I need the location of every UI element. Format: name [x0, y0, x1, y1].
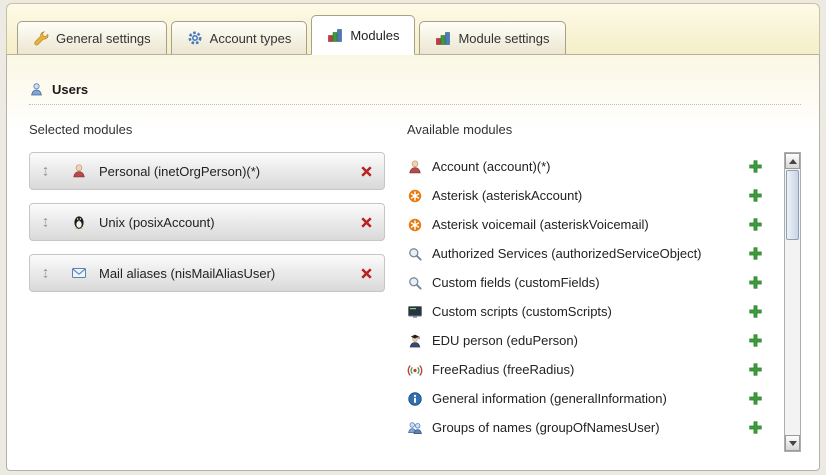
available-module-row: Custom fields (customFields) [407, 268, 763, 297]
tab-account-types[interactable]: Account types [171, 21, 308, 54]
selected-module-row: Mail aliases (nisMailAliasUser) [29, 254, 385, 292]
wrench-icon [33, 30, 49, 46]
scroll-down-button[interactable] [785, 435, 800, 451]
envelope-icon [71, 265, 87, 281]
available-module-row: Asterisk (asteriskAccount) [407, 181, 763, 210]
info-icon [407, 391, 423, 407]
magnifier-icon [407, 275, 423, 291]
add-module-icon[interactable] [748, 362, 763, 377]
available-module-label: Custom scripts (customScripts) [432, 304, 748, 319]
available-module-label: Groups of names (groupOfNamesUser) [432, 420, 748, 435]
edu-icon [407, 333, 423, 349]
add-module-icon[interactable] [748, 420, 763, 435]
person-icon [407, 159, 423, 175]
available-module-row: Custom scripts (customScripts) [407, 297, 763, 326]
scroll-up-button[interactable] [785, 153, 800, 169]
drag-handle-icon[interactable] [40, 165, 51, 178]
add-module-icon[interactable] [748, 159, 763, 174]
available-module-row: Authorized Services (authorizedServiceOb… [407, 239, 763, 268]
add-module-icon[interactable] [748, 246, 763, 261]
add-module-icon[interactable] [748, 275, 763, 290]
penguin-icon [71, 214, 87, 230]
tab-general-settings[interactable]: General settings [17, 21, 167, 54]
available-modules-list: Account (account)(*) Asterisk (asteriskA… [407, 152, 801, 442]
available-module-label: EDU person (eduPerson) [432, 333, 748, 348]
selected-module-row: Unix (posixAccount) [29, 203, 385, 241]
selected-module-label: Personal (inetOrgPerson)(*) [99, 164, 359, 179]
available-module-row: Account (account)(*) [407, 152, 763, 181]
available-module-row: FreeRadius (freeRadius) [407, 355, 763, 384]
person-icon [71, 163, 87, 179]
modules-icon [435, 30, 451, 46]
available-module-label: General information (generalInformation) [432, 391, 748, 406]
selected-module-label: Unix (posixAccount) [99, 215, 359, 230]
asterisk-icon [407, 217, 423, 233]
tab-module-settings[interactable]: Module settings [419, 21, 565, 54]
selected-module-label: Mail aliases (nisMailAliasUser) [99, 266, 359, 281]
add-module-icon[interactable] [748, 304, 763, 319]
asterisk-icon [407, 188, 423, 204]
scroll-thumb[interactable] [786, 170, 799, 240]
available-module-label: Authorized Services (authorizedServiceOb… [432, 246, 748, 261]
magnifier-icon [407, 246, 423, 262]
add-module-icon[interactable] [748, 333, 763, 348]
available-module-row: General information (generalInformation) [407, 384, 763, 413]
users-section-heading: Users [29, 82, 801, 105]
tab-label: Modules [350, 28, 399, 43]
available-module-label: FreeRadius (freeRadius) [432, 362, 748, 377]
add-module-icon[interactable] [748, 217, 763, 232]
drag-handle-icon[interactable] [40, 267, 51, 280]
modules-panel: Users Selected modules Personal (inetOrg… [6, 54, 820, 471]
tab-bar: General settings Account types Modules M… [6, 3, 820, 54]
section-title: Users [52, 82, 88, 97]
radius-icon [407, 362, 423, 378]
gear-icon [187, 30, 203, 46]
selected-module-row: Personal (inetOrgPerson)(*) [29, 152, 385, 190]
available-module-row: Groups of names (groupOfNamesUser) [407, 413, 763, 442]
available-module-label: Asterisk voicemail (asteriskVoicemail) [432, 217, 748, 232]
add-module-icon[interactable] [748, 391, 763, 406]
selected-modules-header: Selected modules [29, 122, 385, 137]
available-module-row: EDU person (eduPerson) [407, 326, 763, 355]
tab-label: General settings [56, 31, 151, 46]
available-module-label: Account (account)(*) [432, 159, 748, 174]
available-module-label: Custom fields (customFields) [432, 275, 748, 290]
scrollbar[interactable] [784, 152, 801, 452]
available-module-row: Asterisk voicemail (asteriskVoicemail) [407, 210, 763, 239]
remove-module-icon[interactable] [359, 215, 374, 230]
remove-module-icon[interactable] [359, 266, 374, 281]
selected-modules-list: Personal (inetOrgPerson)(*) Unix (posixA… [29, 152, 385, 292]
screen-icon [407, 304, 423, 320]
available-modules-header: Available modules [407, 122, 801, 137]
remove-module-icon[interactable] [359, 164, 374, 179]
user-icon [29, 82, 44, 97]
drag-handle-icon[interactable] [40, 216, 51, 229]
lam-configuration-page: General settings Account types Modules M… [0, 0, 826, 475]
tab-label: Module settings [458, 31, 549, 46]
tab-label: Account types [210, 31, 292, 46]
add-module-icon[interactable] [748, 188, 763, 203]
tab-modules[interactable]: Modules [311, 15, 415, 55]
modules-icon [327, 27, 343, 43]
triangle-down-icon [789, 441, 797, 446]
group-icon [407, 420, 423, 436]
available-module-label: Asterisk (asteriskAccount) [432, 188, 748, 203]
triangle-up-icon [789, 159, 797, 164]
